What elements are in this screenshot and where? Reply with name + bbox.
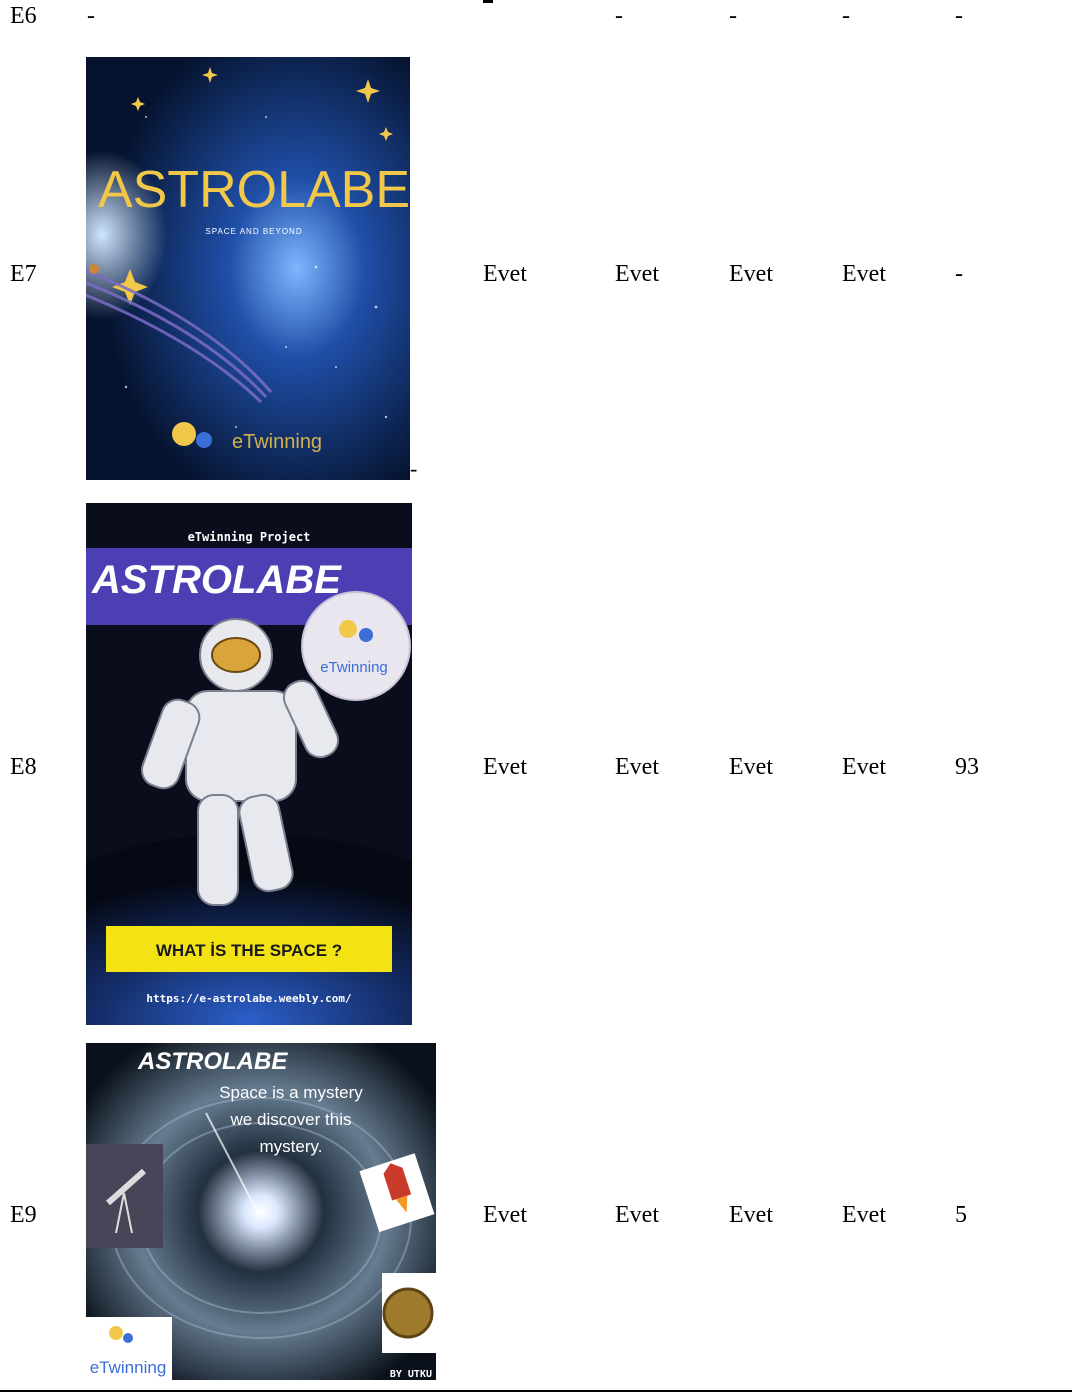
table-bottom-border	[0, 1390, 1072, 1392]
row-e8-col-1: Evet	[483, 754, 527, 780]
cut-off-mark	[483, 0, 493, 3]
cover-e9-logo-text: eTwinning	[90, 1358, 167, 1377]
row-e6-col-4: -	[842, 3, 850, 29]
row-e6-col-2: -	[615, 3, 623, 29]
row-e6-col-5: -	[955, 3, 963, 29]
row-e9-col-5: 5	[955, 1202, 967, 1228]
row-e9-col-1: Evet	[483, 1202, 527, 1228]
row-label-e6: E6	[10, 3, 37, 29]
row-label-e7: E7	[10, 261, 37, 287]
row-e6-col-3: -	[729, 3, 737, 29]
row-label-e8: E8	[10, 754, 37, 780]
cover-e7-logo-text: eTwinning	[232, 431, 322, 453]
stray-dash: -	[410, 456, 418, 481]
row-e9-col-4: Evet	[842, 1202, 886, 1228]
row-e8-col-2: Evet	[615, 754, 659, 780]
cover-e9-title: ASTROLABE	[137, 1048, 288, 1075]
cover-e8-logo-text: eTwinning	[320, 659, 388, 676]
cover-e9-line2: we discover this	[230, 1110, 352, 1129]
row-e8-col-4: Evet	[842, 754, 886, 780]
cover-e9-line3: mystery.	[260, 1137, 323, 1156]
cover-e9-line1: Space is a mystery	[219, 1083, 363, 1102]
cover-e7-title: ASTROLABE	[98, 161, 410, 219]
cover-e8-top-text: eTwinning Project	[188, 530, 311, 544]
row-label-e9: E9	[10, 1202, 37, 1228]
cover-e8-title: ASTROLABE	[91, 558, 342, 602]
row-e7-col-5: -	[955, 261, 963, 287]
row-e7-col-4: Evet	[842, 261, 886, 287]
row-e7-col-1: Evet	[483, 261, 527, 287]
cover-image-e9: ASTROLABE Space is a mystery we discover…	[86, 1043, 436, 1380]
row-e7-col-3: Evet	[729, 261, 773, 287]
row-e9-col-3: Evet	[729, 1202, 773, 1228]
cover-e9-byline: BY UTKU	[390, 1369, 432, 1380]
row-e6-image-placeholder: -	[87, 3, 95, 29]
row-e7-col-2: Evet	[615, 261, 659, 287]
cover-e8-banner: WHAT İS THE SPACE ?	[156, 941, 342, 960]
row-e8-col-5: 93	[955, 754, 979, 780]
cover-image-e8: eTwinning Project ASTROLABE eTwinning WH…	[86, 503, 412, 1025]
row-e8-col-3: Evet	[729, 754, 773, 780]
cover-e7-subtitle: SPACE AND BEYOND	[205, 227, 302, 236]
cover-e8-url: https://e-astrolabe.weebly.com/	[146, 992, 352, 1005]
cover-image-e7: ASTROLABE SPACE AND BEYOND eTwinning	[86, 57, 410, 480]
row-e9-col-2: Evet	[615, 1202, 659, 1228]
